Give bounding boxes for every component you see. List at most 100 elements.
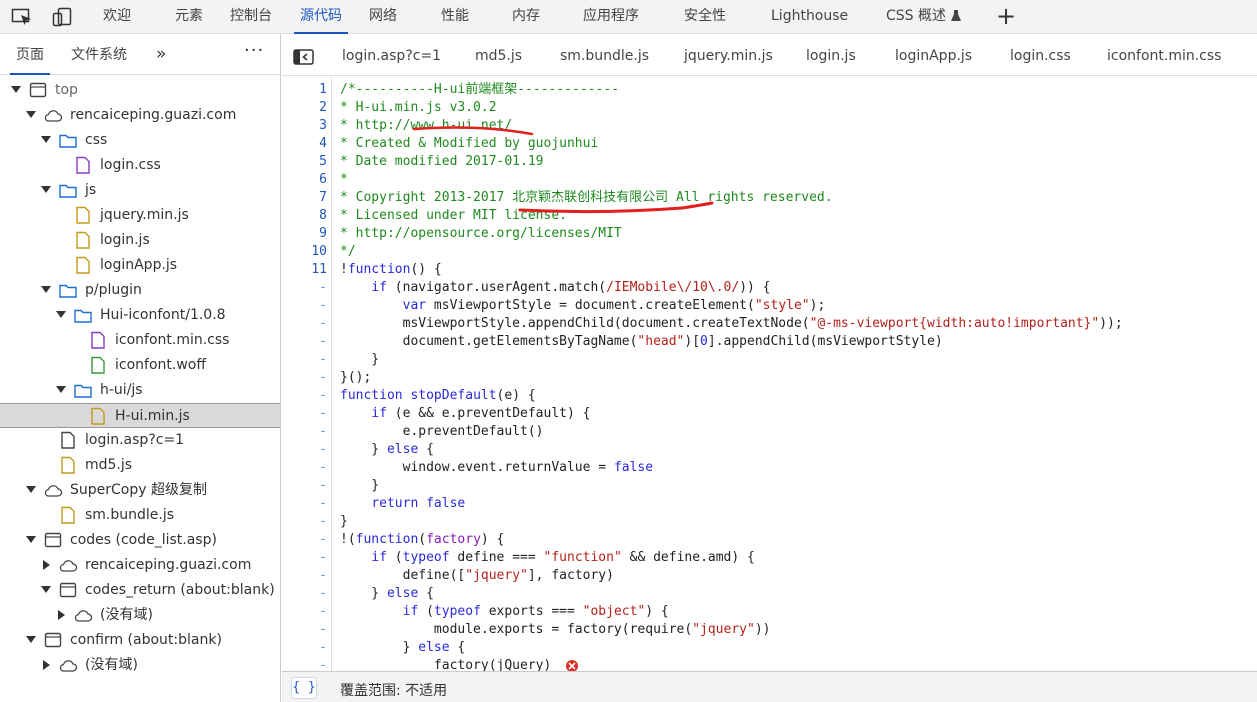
tree-item[interactable]: codes (code_list.asp): [0, 528, 280, 553]
editor-tab[interactable]: sm.bundle.js: [560, 34, 649, 76]
line-number[interactable]: -: [283, 405, 327, 423]
expand-arrow-icon[interactable]: [41, 136, 51, 143]
line-number[interactable]: -: [283, 513, 327, 531]
collapse-arrow-icon[interactable]: [43, 660, 50, 670]
line-number[interactable]: -: [283, 639, 327, 657]
tree-item[interactable]: Hui-iconfont/1.0.8: [0, 303, 280, 328]
toggle-navigator-icon[interactable]: [293, 49, 314, 65]
tree-item[interactable]: css: [0, 128, 280, 153]
tree-item[interactable]: login.js: [0, 228, 280, 253]
expand-arrow-icon[interactable]: [56, 311, 66, 318]
tab-css-overview[interactable]: CSS 概述: [886, 0, 946, 33]
tree-item[interactable]: (没有域): [0, 603, 280, 628]
tree-item[interactable]: jquery.min.js: [0, 203, 280, 228]
line-number[interactable]: -: [283, 315, 327, 333]
more-options-icon[interactable]: ···: [244, 40, 264, 61]
editor-tab[interactable]: iconfont.min.css: [1107, 34, 1221, 76]
tree-item[interactable]: login.css: [0, 153, 280, 178]
tree-item[interactable]: iconfont.woff: [0, 353, 280, 378]
line-number[interactable]: -: [283, 531, 327, 549]
tree-item[interactable]: codes_return (about:blank): [0, 578, 280, 603]
expand-arrow-icon[interactable]: [41, 186, 51, 193]
line-number[interactable]: -: [283, 585, 327, 603]
tab-filesystem[interactable]: 文件系统: [71, 34, 127, 75]
tree-item[interactable]: rencaiceping.guazi.com: [0, 553, 280, 578]
line-number[interactable]: -: [283, 423, 327, 441]
line-number[interactable]: 2: [283, 99, 327, 117]
line-number[interactable]: -: [283, 495, 327, 513]
line-number[interactable]: 3: [283, 117, 327, 135]
line-number[interactable]: -: [283, 297, 327, 315]
line-number[interactable]: -: [283, 477, 327, 495]
tree-item[interactable]: md5.js: [0, 453, 280, 478]
expand-arrow-icon[interactable]: [11, 86, 21, 93]
tab-performance[interactable]: 性能: [441, 0, 469, 33]
line-number[interactable]: 8: [283, 207, 327, 225]
expand-arrow-icon[interactable]: [41, 586, 51, 593]
pretty-print-button[interactable]: { }: [291, 677, 317, 699]
tree-item[interactable]: h-ui/js: [0, 378, 280, 403]
tree-item[interactable]: sm.bundle.js: [0, 503, 280, 528]
tab-lighthouse[interactable]: Lighthouse: [771, 0, 848, 33]
editor-tab[interactable]: login.css: [1010, 34, 1071, 76]
tab-network[interactable]: 网络: [369, 0, 397, 33]
line-number[interactable]: -: [283, 459, 327, 477]
tab-application[interactable]: 应用程序: [583, 0, 639, 33]
tab-welcome[interactable]: 欢迎: [103, 0, 131, 33]
line-number[interactable]: 9: [283, 225, 327, 243]
line-number[interactable]: 1: [283, 81, 327, 99]
tab-security[interactable]: 安全性: [684, 0, 726, 33]
line-number[interactable]: -: [283, 657, 327, 671]
line-number[interactable]: -: [283, 351, 327, 369]
line-number[interactable]: 10: [283, 243, 327, 261]
editor-tab[interactable]: jquery.min.js: [684, 34, 773, 76]
line-number[interactable]: -: [283, 603, 327, 621]
tab-memory[interactable]: 内存: [512, 0, 540, 33]
code-editor[interactable]: 1 2 3 4 5 6 7 8 9 10 11- - - - - - - - - - - - - - - - - - - - - - /*--…: [282, 77, 1257, 671]
line-number[interactable]: -: [283, 621, 327, 639]
inspect-element-icon[interactable]: [11, 7, 33, 27]
line-number[interactable]: -: [283, 567, 327, 585]
device-emulation-icon[interactable]: [52, 7, 74, 27]
tab-sources[interactable]: 源代码: [294, 0, 348, 34]
line-number[interactable]: 5: [283, 153, 327, 171]
line-number[interactable]: 7: [283, 189, 327, 207]
expand-arrow-icon[interactable]: [26, 536, 36, 543]
expand-arrow-icon[interactable]: [26, 636, 36, 643]
tree-item[interactable]: rencaiceping.guazi.com: [0, 103, 280, 128]
line-number[interactable]: -: [283, 549, 327, 567]
line-number-gutter[interactable]: 1 2 3 4 5 6 7 8 9 10 11- - - - - - - - - - - - - - - - - - - - - -: [282, 77, 332, 671]
tree-item[interactable]: login.asp?c=1: [0, 428, 280, 453]
add-tool-button[interactable]: +: [996, 4, 1016, 28]
expand-arrow-icon[interactable]: [56, 386, 66, 393]
line-number[interactable]: -: [283, 441, 327, 459]
tree-item[interactable]: SuperCopy 超级复制: [0, 478, 280, 503]
tree-item[interactable]: p/plugin: [0, 278, 280, 303]
tree-item[interactable]: iconfont.min.css: [0, 328, 280, 353]
collapse-arrow-icon[interactable]: [43, 560, 50, 570]
more-tabs-icon[interactable]: »: [156, 44, 166, 64]
tree-item[interactable]: H-ui.min.js: [0, 403, 280, 428]
line-number[interactable]: 6: [283, 171, 327, 189]
line-number[interactable]: -: [283, 387, 327, 405]
expand-arrow-icon[interactable]: [26, 486, 36, 493]
tab-elements[interactable]: 元素: [175, 0, 203, 33]
tree-item[interactable]: top: [0, 78, 280, 103]
tree-item[interactable]: js: [0, 178, 280, 203]
tree-item[interactable]: confirm (about:blank): [0, 628, 280, 653]
expand-arrow-icon[interactable]: [26, 111, 36, 118]
expand-arrow-icon[interactable]: [41, 286, 51, 293]
tab-page[interactable]: 页面: [10, 34, 50, 75]
editor-tab[interactable]: login.asp?c=1: [342, 34, 441, 76]
tree-item[interactable]: loginApp.js: [0, 253, 280, 278]
tab-console[interactable]: 控制台: [230, 0, 272, 33]
tree-item[interactable]: (没有域): [0, 653, 280, 678]
line-number[interactable]: 4: [283, 135, 327, 153]
editor-tab[interactable]: md5.js: [475, 34, 522, 76]
editor-tab[interactable]: loginApp.js: [895, 34, 972, 76]
editor-tab[interactable]: login.js: [806, 34, 856, 76]
line-number[interactable]: 11: [283, 261, 327, 279]
line-number[interactable]: -: [283, 333, 327, 351]
line-number[interactable]: -: [283, 279, 327, 297]
collapse-arrow-icon[interactable]: [58, 610, 65, 620]
